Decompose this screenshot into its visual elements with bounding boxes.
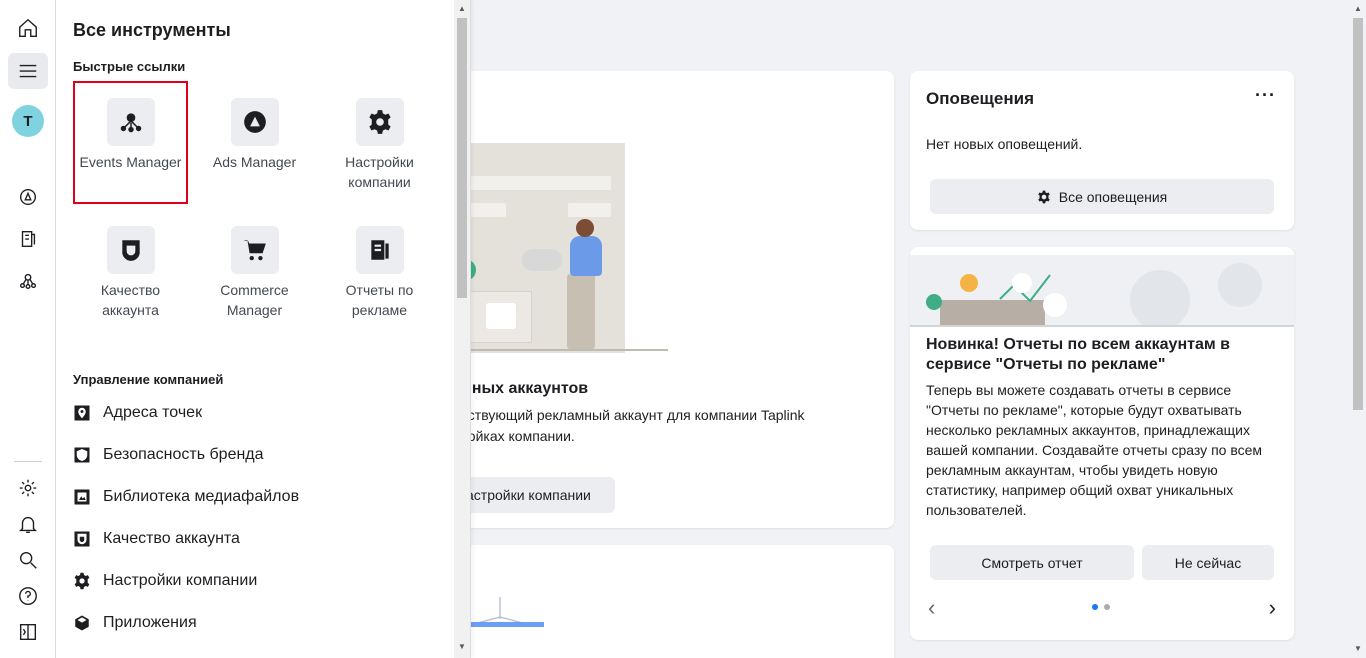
ads-manager-icon[interactable]	[8, 179, 48, 215]
all-notifications-button[interactable]: Все оповещения	[930, 179, 1274, 214]
media-library-icon	[74, 489, 90, 505]
carousel-dot[interactable]	[1092, 604, 1098, 610]
menu-item-account-quality[interactable]: Качество аккаунта	[73, 524, 240, 554]
tile-commerce-manager[interactable]: Commerce Manager	[197, 226, 312, 320]
reports-icon	[370, 240, 389, 260]
promo-illustration-icon	[910, 263, 1294, 327]
search-icon[interactable]	[8, 542, 48, 578]
panel-scroll-up-icon[interactable]: ▲	[458, 4, 466, 13]
shield-icon	[121, 240, 140, 261]
notifications-card: Оповещения ··· Нет новых оповещений. Все…	[910, 71, 1294, 230]
badge-icon	[74, 531, 90, 547]
cube-icon	[75, 615, 89, 631]
promo-description: Теперь вы можете создавать отчеты в серв…	[926, 382, 1263, 518]
no-notifications-text: Нет новых оповещений.	[926, 136, 1083, 152]
menu-icon[interactable]	[8, 53, 48, 89]
more-options-icon[interactable]: ···	[1255, 85, 1276, 106]
reports-icon[interactable]	[8, 221, 48, 257]
gear-icon	[74, 572, 90, 590]
cart-icon	[242, 240, 266, 261]
location-icon	[74, 405, 90, 421]
carousel-dot[interactable]	[1104, 604, 1110, 610]
collapse-panel-icon[interactable]	[8, 614, 48, 650]
panel-scroll-thumb[interactable]	[457, 18, 467, 298]
notifications-title: Оповещения	[926, 89, 1034, 108]
menu-item-media-library[interactable]: Библиотека медиафайлов	[73, 482, 299, 512]
rail-separator	[14, 461, 42, 462]
gear-icon	[1038, 190, 1050, 203]
menu-item-apps[interactable]: Приложения	[73, 608, 197, 638]
view-report-button[interactable]: Смотреть отчет	[930, 545, 1134, 580]
window-scrollbar[interactable]: ▲ ▼	[1350, 0, 1366, 658]
all-tools-panel: Все инструменты Быстрые ссылки Events Ma…	[56, 0, 471, 658]
promo-title: Новинка! Отчеты по всем аккаунтам в серв…	[926, 336, 1230, 373]
carousel-dots	[1092, 604, 1110, 610]
panel-scrollbar[interactable]: ▲ ▼	[454, 0, 470, 658]
promo-banner	[910, 255, 1294, 327]
card-title: мных аккаунтов	[460, 380, 589, 397]
bell-icon[interactable]	[8, 506, 48, 542]
ad-account-card: мных аккаунтов ествующий рекламный аккау…	[440, 71, 894, 528]
menu-item-locations[interactable]: Адреса точек	[73, 398, 202, 428]
secondary-card	[440, 545, 894, 658]
prev-chevron-icon[interactable]: ‹	[928, 595, 935, 621]
next-chevron-icon[interactable]: ›	[1269, 595, 1276, 621]
window-scroll-thumb[interactable]	[1353, 18, 1363, 410]
quick-links-title: Быстрые ссылки	[73, 59, 186, 74]
scroll-down-icon[interactable]: ▼	[1354, 644, 1362, 653]
home-icon[interactable]	[8, 10, 48, 46]
menu-item-company-settings[interactable]: Настройки компании	[73, 566, 257, 596]
chart-illustration-icon	[470, 597, 544, 627]
scroll-up-icon[interactable]: ▲	[1354, 4, 1362, 13]
tile-ad-reports[interactable]: Отчеты по рекламе	[322, 226, 437, 320]
promo-card: Новинка! Отчеты по всем аккаунтам в серв…	[910, 247, 1294, 640]
panel-scroll-down-icon[interactable]: ▼	[458, 642, 466, 651]
shield-icon	[74, 447, 90, 463]
events-manager-highlight	[73, 81, 188, 204]
not-now-button[interactable]: Не сейчас	[1142, 545, 1274, 580]
gear-icon	[368, 110, 391, 134]
left-rail: T	[0, 0, 56, 658]
menu-item-brand-safety[interactable]: Безопасность бренда	[73, 440, 264, 470]
help-icon[interactable]	[8, 578, 48, 614]
tile-account-quality[interactable]: Качество аккаунта	[73, 226, 188, 320]
events-manager-icon[interactable]	[8, 263, 48, 299]
tile-company-settings[interactable]: Настройки компании	[322, 98, 437, 192]
company-settings-button[interactable]: астройки компании	[454, 477, 615, 513]
tile-ads-manager[interactable]: Ads Manager	[197, 98, 312, 172]
avatar[interactable]: T	[12, 105, 44, 137]
company-management-title: Управление компанией	[73, 372, 224, 387]
card-description: ествующий рекламный аккаунт для компании…	[460, 407, 805, 444]
ads-manager-icon	[243, 111, 266, 133]
panel-title: Все инструменты	[73, 20, 231, 40]
settings-icon[interactable]	[8, 470, 48, 506]
